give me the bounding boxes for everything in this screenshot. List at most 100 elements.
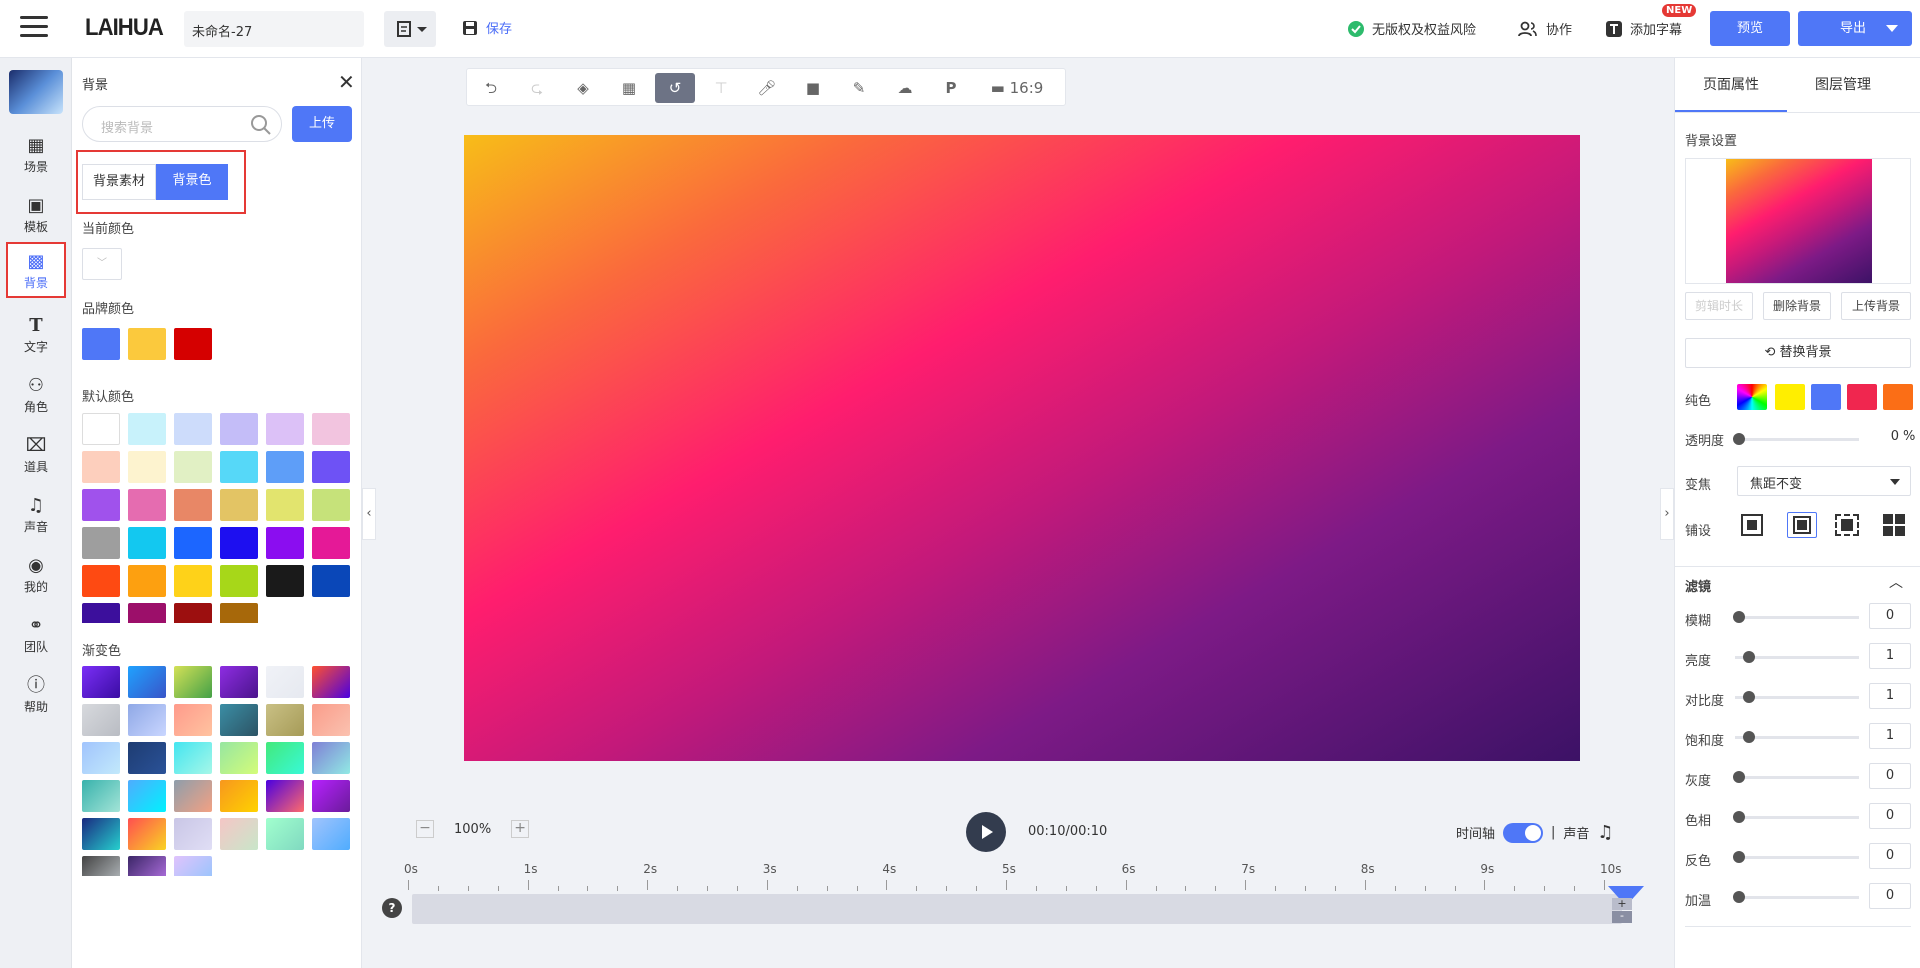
brand-color-swatch[interactable] (82, 328, 120, 360)
color-swatch[interactable] (220, 451, 258, 483)
filter-slider[interactable] (1735, 731, 1859, 743)
gradient-swatch[interactable] (220, 818, 258, 850)
grid-select-icon[interactable]: ▦ (609, 73, 649, 103)
gradient-swatch[interactable] (82, 856, 120, 876)
gradient-swatch[interactable] (174, 704, 212, 736)
gradient-swatch[interactable] (128, 666, 166, 698)
cloud-icon[interactable]: ☁ (885, 73, 925, 103)
color-swatch[interactable] (82, 489, 120, 521)
filter-value[interactable]: 1 (1869, 643, 1911, 669)
replace-bg-button[interactable]: ⟲ 替换背景 (1685, 338, 1911, 368)
filter-slider[interactable] (1733, 851, 1859, 863)
filter-slider[interactable] (1733, 891, 1859, 903)
filter-value[interactable]: 1 (1869, 723, 1911, 749)
nav-mine[interactable]: ◉ 我的 (6, 548, 66, 604)
delete-bg-button[interactable]: 删除背景 (1763, 292, 1831, 320)
gradient-swatch[interactable] (174, 666, 212, 698)
preview-button[interactable]: 预览 (1710, 11, 1790, 46)
zoom-focus-select[interactable]: 焦距不变 (1737, 466, 1911, 496)
pen-icon[interactable]: ✎ (839, 73, 879, 103)
export-button[interactable]: 导出 (1798, 11, 1912, 46)
solid-color-swatch[interactable] (1811, 384, 1841, 410)
color-swatch[interactable] (82, 565, 120, 597)
gradient-swatch[interactable] (128, 818, 166, 850)
close-icon[interactable]: ✕ (338, 70, 355, 94)
gradient-swatch[interactable] (82, 780, 120, 812)
gradient-swatch[interactable] (266, 818, 304, 850)
color-swatch[interactable] (174, 527, 212, 559)
filename-field[interactable]: 未命名-27 (184, 11, 364, 47)
tile-fill-icon[interactable] (1787, 512, 1817, 538)
filter-value[interactable]: 0 (1869, 763, 1911, 789)
menu-icon[interactable] (20, 16, 48, 40)
solid-color-swatch[interactable] (1775, 384, 1805, 410)
play-button[interactable] (966, 812, 1006, 852)
expand-right-icon[interactable]: › (1660, 488, 1674, 540)
color-swatch[interactable] (266, 451, 304, 483)
filter-value[interactable]: 0 (1869, 803, 1911, 829)
color-swatch[interactable] (128, 603, 166, 623)
gradient-swatch[interactable] (220, 742, 258, 774)
color-swatch[interactable] (128, 527, 166, 559)
tile-repeat-icon[interactable] (1883, 514, 1905, 536)
gradient-swatch[interactable] (174, 780, 212, 812)
color-wheel-swatch[interactable] (1737, 384, 1767, 410)
color-swatch[interactable] (174, 413, 212, 445)
color-swatch[interactable] (220, 565, 258, 597)
color-swatch[interactable] (312, 451, 350, 483)
add-subtitle-button[interactable]: 添加字幕 (1606, 19, 1682, 38)
microphone-icon[interactable]: 🎤︎ (747, 73, 787, 103)
search-icon[interactable] (250, 114, 272, 136)
brand-color-swatch[interactable] (128, 328, 166, 360)
opacity-slider[interactable] (1733, 433, 1859, 445)
color-swatch[interactable] (266, 413, 304, 445)
color-swatch[interactable] (82, 527, 120, 559)
color-swatch[interactable] (128, 565, 166, 597)
gradient-swatch[interactable] (82, 666, 120, 698)
app-logo[interactable]: LAIHUA (85, 14, 164, 42)
nav-template[interactable]: ▣ 模板 (6, 188, 66, 244)
gradient-swatch[interactable] (128, 780, 166, 812)
color-swatch[interactable] (312, 489, 350, 521)
gradient-swatch[interactable] (82, 704, 120, 736)
color-swatch[interactable] (82, 413, 120, 445)
magnet-icon[interactable]: ↺ (655, 73, 695, 103)
gradient-swatch[interactable] (82, 818, 120, 850)
gradient-swatch[interactable] (312, 742, 350, 774)
color-swatch[interactable] (266, 527, 304, 559)
color-swatch[interactable] (82, 603, 120, 623)
color-swatch[interactable] (312, 527, 350, 559)
solid-color-swatch[interactable] (1847, 384, 1877, 410)
edit-duration-button[interactable]: 剪辑时长 (1685, 292, 1753, 320)
gradient-swatch[interactable] (266, 742, 304, 774)
gradient-swatch[interactable] (220, 780, 258, 812)
filter-slider[interactable] (1733, 771, 1859, 783)
gradient-swatch[interactable] (174, 742, 212, 774)
timeline-toggle[interactable] (1503, 822, 1544, 843)
brand-color-swatch[interactable] (174, 328, 212, 360)
filter-value[interactable]: 1 (1869, 683, 1911, 709)
nav-text[interactable]: T 文字 (6, 308, 66, 364)
gradient-swatch[interactable] (220, 704, 258, 736)
tile-center-icon[interactable] (1835, 514, 1859, 536)
color-swatch[interactable] (128, 489, 166, 521)
gradient-swatch[interactable] (312, 818, 350, 850)
music-icon[interactable]: ♫ (1597, 822, 1613, 843)
nav-background[interactable]: ▩ 背景 (6, 242, 66, 298)
upload-bg-button[interactable]: 上传背景 (1841, 292, 1911, 320)
chevron-up-icon[interactable]: ︿ (1889, 572, 1903, 592)
opacity-value[interactable]: 0 (1869, 424, 1899, 450)
color-swatch[interactable] (312, 413, 350, 445)
color-swatch[interactable] (174, 489, 212, 521)
undo-icon[interactable]: ⮌ (471, 73, 511, 103)
tab-layers[interactable]: 图层管理 (1787, 58, 1899, 112)
parking-icon[interactable]: P (931, 73, 971, 103)
copyright-status[interactable]: 无版权及权益风险 (1348, 19, 1476, 38)
gradient-swatch[interactable] (266, 704, 304, 736)
solid-color-swatch[interactable] (1883, 384, 1913, 410)
gradient-swatch[interactable] (128, 742, 166, 774)
color-swatch[interactable] (174, 565, 212, 597)
color-swatch[interactable] (82, 451, 120, 483)
filter-slider[interactable] (1735, 691, 1859, 703)
color-swatch[interactable] (174, 451, 212, 483)
